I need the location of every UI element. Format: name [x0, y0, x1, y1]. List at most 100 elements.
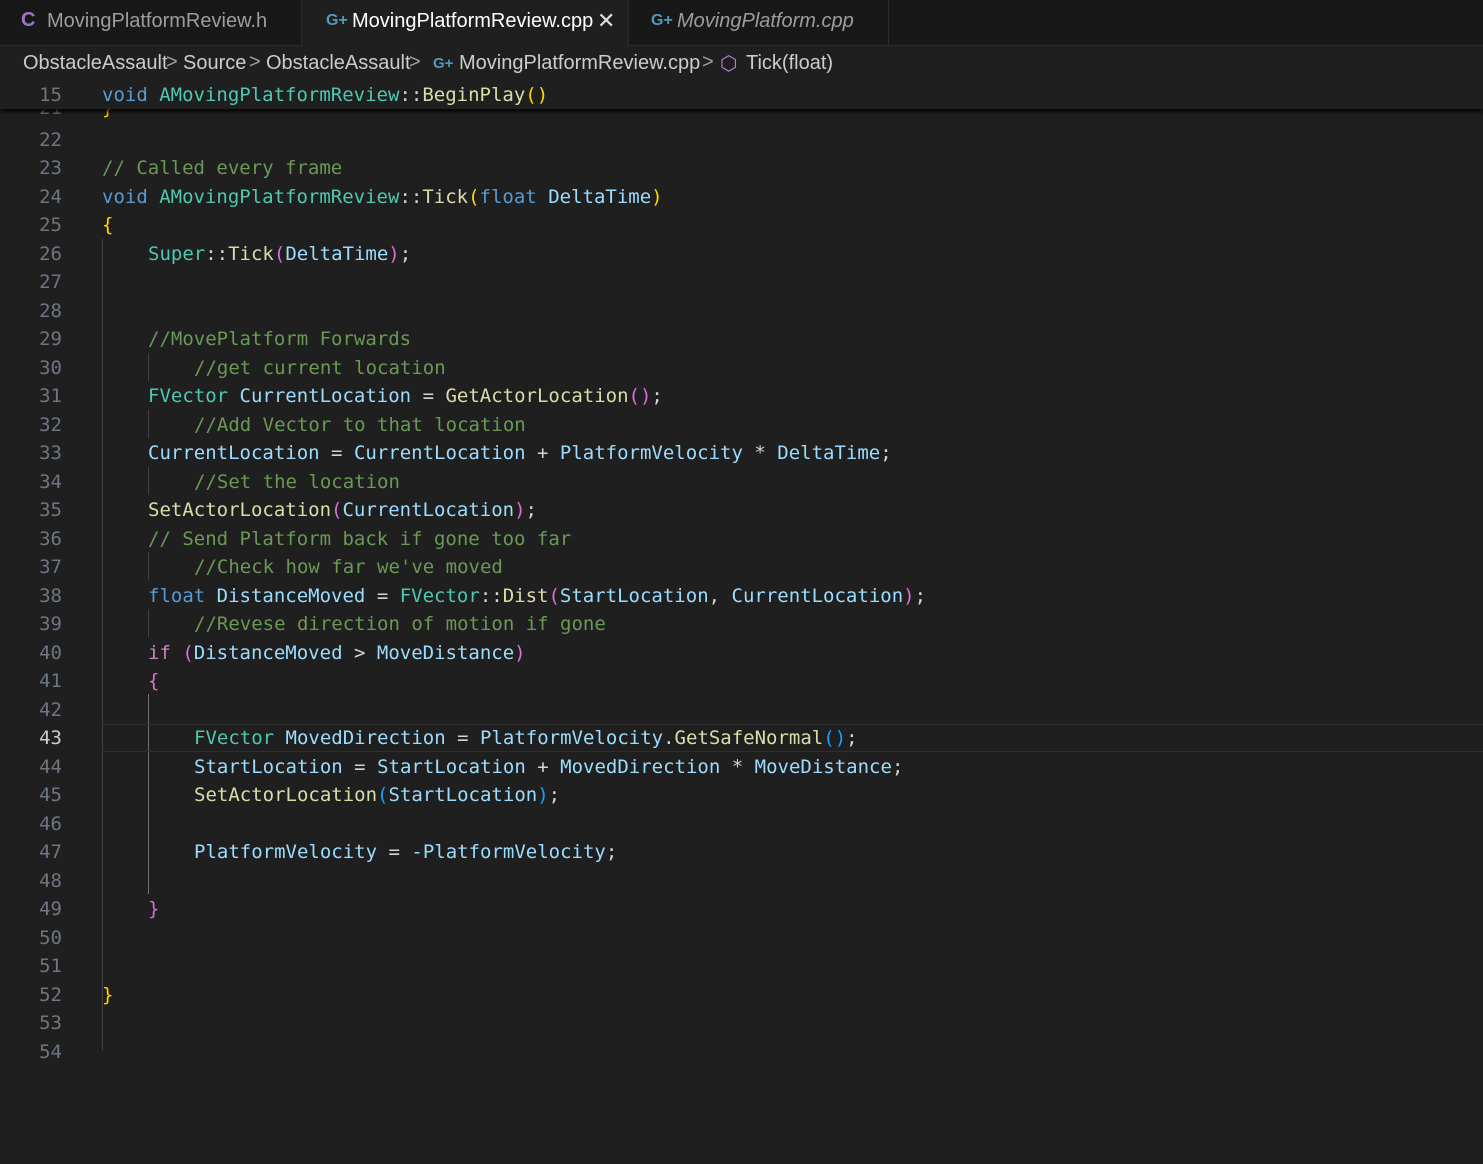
code-line: 40 if (DistanceMoved > MoveDistance)	[0, 639, 1483, 668]
code-text: void AMovingPlatformReview::Tick(float D…	[102, 186, 663, 208]
method-cube-icon: ⬡	[720, 53, 738, 75]
code-line: 27	[0, 268, 1483, 297]
line-number: 28	[39, 300, 62, 322]
code-line: 45 SetActorLocation(StartLocation);	[0, 781, 1483, 810]
line-number: 36	[39, 528, 62, 550]
cpp-file-icon: G+	[326, 12, 348, 29]
code-text: SetActorLocation(StartLocation);	[194, 784, 561, 806]
code-line: 49 }	[0, 895, 1483, 924]
line-number: 53	[39, 1012, 62, 1034]
code-text: Super::Tick(DeltaTime);	[148, 243, 412, 265]
code-line: 25 {	[0, 211, 1483, 240]
breadcrumb-item-symbol[interactable]: Tick(float)	[746, 52, 833, 75]
sticky-scroll-header[interactable]: 15 void AMovingPlatformReview::BeginPlay…	[0, 82, 1483, 109]
code-text: PlatformVelocity = -PlatformVelocity;	[194, 841, 618, 863]
chevron-right-icon: >	[702, 51, 714, 73]
breadcrumb-item-source[interactable]: Source	[183, 52, 246, 75]
line-number: 42	[39, 699, 62, 721]
editor-tab-bar: C MovingPlatformReview.h G+ MovingPlatfo…	[0, 0, 1483, 46]
code-line: 30 //get current location	[0, 354, 1483, 383]
breadcrumb-item-obstacleassault-folder[interactable]: ObstacleAssault	[266, 52, 411, 75]
tab-label: MovingPlatform.cpp	[677, 10, 854, 32]
code-line: 35 SetActorLocation(CurrentLocation);	[0, 496, 1483, 525]
code-line: 29 //MovePlatform Forwards	[0, 325, 1483, 354]
line-number: 25	[39, 214, 62, 236]
code-line: 28	[0, 297, 1483, 326]
code-line: 36 // Send Platform back if gone too far	[0, 525, 1483, 554]
line-number: 34	[39, 471, 62, 493]
code-line: 32 //Add Vector to that location	[0, 411, 1483, 440]
comment: //Revese direction of motion if gone	[194, 613, 606, 635]
line-number: 39	[39, 613, 62, 635]
sticky-code: void AMovingPlatformReview::BeginPlay()	[102, 84, 549, 106]
breadcrumb-item-file[interactable]: MovingPlatformReview.cpp	[459, 52, 700, 75]
comment: //Set the location	[194, 471, 400, 493]
tab-movingplatformreview-h[interactable]: C MovingPlatformReview.h	[0, 0, 302, 45]
line-number: 29	[39, 328, 62, 350]
code-line: 34 //Set the location	[0, 468, 1483, 497]
code-line: 51	[0, 952, 1483, 981]
code-line-current: 43 FVector MovedDirection = PlatformVelo…	[0, 724, 1483, 753]
line-number: 54	[39, 1041, 62, 1063]
c-header-icon: C	[21, 9, 36, 31]
cpp-file-icon: G+	[433, 55, 454, 72]
code-line: 33 CurrentLocation = CurrentLocation + P…	[0, 439, 1483, 468]
code-line: 47 PlatformVelocity = -PlatformVelocity;	[0, 838, 1483, 867]
line-number: 47	[39, 841, 62, 863]
line-number: 22	[39, 129, 62, 151]
line-number: 15	[39, 84, 62, 106]
comment: //MovePlatform Forwards	[148, 328, 412, 350]
line-number: 35	[39, 499, 62, 521]
line-number: 49	[39, 898, 62, 920]
code-line: 52 }	[0, 981, 1483, 1010]
line-number: 46	[39, 813, 62, 835]
line-number: 23	[39, 157, 62, 179]
code-line: 37 //Check how far we've moved	[0, 553, 1483, 582]
code-text: SetActorLocation(CurrentLocation);	[148, 499, 537, 521]
code-line: 26 Super::Tick(DeltaTime);	[0, 240, 1483, 269]
cpp-file-icon: G+	[651, 12, 673, 29]
code-text: }	[102, 984, 114, 1006]
breadcrumb: ObstacleAssault > Source > ObstacleAssau…	[0, 46, 1483, 82]
code-text: if (DistanceMoved > MoveDistance)	[148, 642, 526, 664]
line-number: 38	[39, 585, 62, 607]
line-number: 26	[39, 243, 62, 265]
chevron-right-icon: >	[249, 51, 261, 73]
line-number: 51	[39, 955, 62, 977]
code-text: FVector MovedDirection = PlatformVelocit…	[194, 727, 858, 749]
code-editor[interactable]: 15 void AMovingPlatformReview::BeginPlay…	[0, 82, 1483, 1164]
close-icon[interactable]: ✕	[597, 8, 615, 34]
chevron-right-icon: >	[409, 51, 421, 73]
breadcrumb-item-obstacleassault[interactable]: ObstacleAssault	[23, 52, 168, 75]
code-line: 38 float DistanceMoved = FVector::Dist(S…	[0, 582, 1483, 611]
line-number: 31	[39, 385, 62, 407]
code-line: 42	[0, 696, 1483, 725]
tab-label: MovingPlatformReview.cpp	[352, 10, 594, 32]
code-text: float DistanceMoved = FVector::Dist(Star…	[148, 585, 927, 607]
code-text: {	[102, 214, 114, 236]
code-text: FVector CurrentLocation = GetActorLocati…	[148, 385, 663, 407]
code-line: 24 void AMovingPlatformReview::Tick(floa…	[0, 183, 1483, 212]
line-number: 30	[39, 357, 62, 379]
code-line: 23 // Called every frame	[0, 154, 1483, 183]
code-line: 48	[0, 867, 1483, 896]
code-line: 46	[0, 810, 1483, 839]
code-text: CurrentLocation = CurrentLocation + Plat…	[148, 442, 892, 464]
line-number: 48	[39, 870, 62, 892]
line-number: 41	[39, 670, 62, 692]
line-number: 44	[39, 756, 62, 778]
line-number: 50	[39, 927, 62, 949]
code-line: 39 //Revese direction of motion if gone	[0, 610, 1483, 639]
code-text: {	[148, 670, 160, 692]
code-line: 44 StartLocation = StartLocation + Moved…	[0, 753, 1483, 782]
code-text: }	[148, 898, 160, 920]
tab-movingplatformreview-cpp[interactable]: G+ MovingPlatformReview.cpp ✕	[302, 0, 629, 46]
code-line: 31 FVector CurrentLocation = GetActorLoc…	[0, 382, 1483, 411]
chevron-right-icon: >	[166, 51, 178, 73]
line-number: 32	[39, 414, 62, 436]
line-number: 43	[39, 727, 62, 749]
line-number: 33	[39, 442, 62, 464]
code-line: 22	[0, 126, 1483, 155]
tab-movingplatform-cpp[interactable]: G+ MovingPlatform.cpp	[629, 0, 889, 45]
comment: //Check how far we've moved	[194, 556, 503, 578]
